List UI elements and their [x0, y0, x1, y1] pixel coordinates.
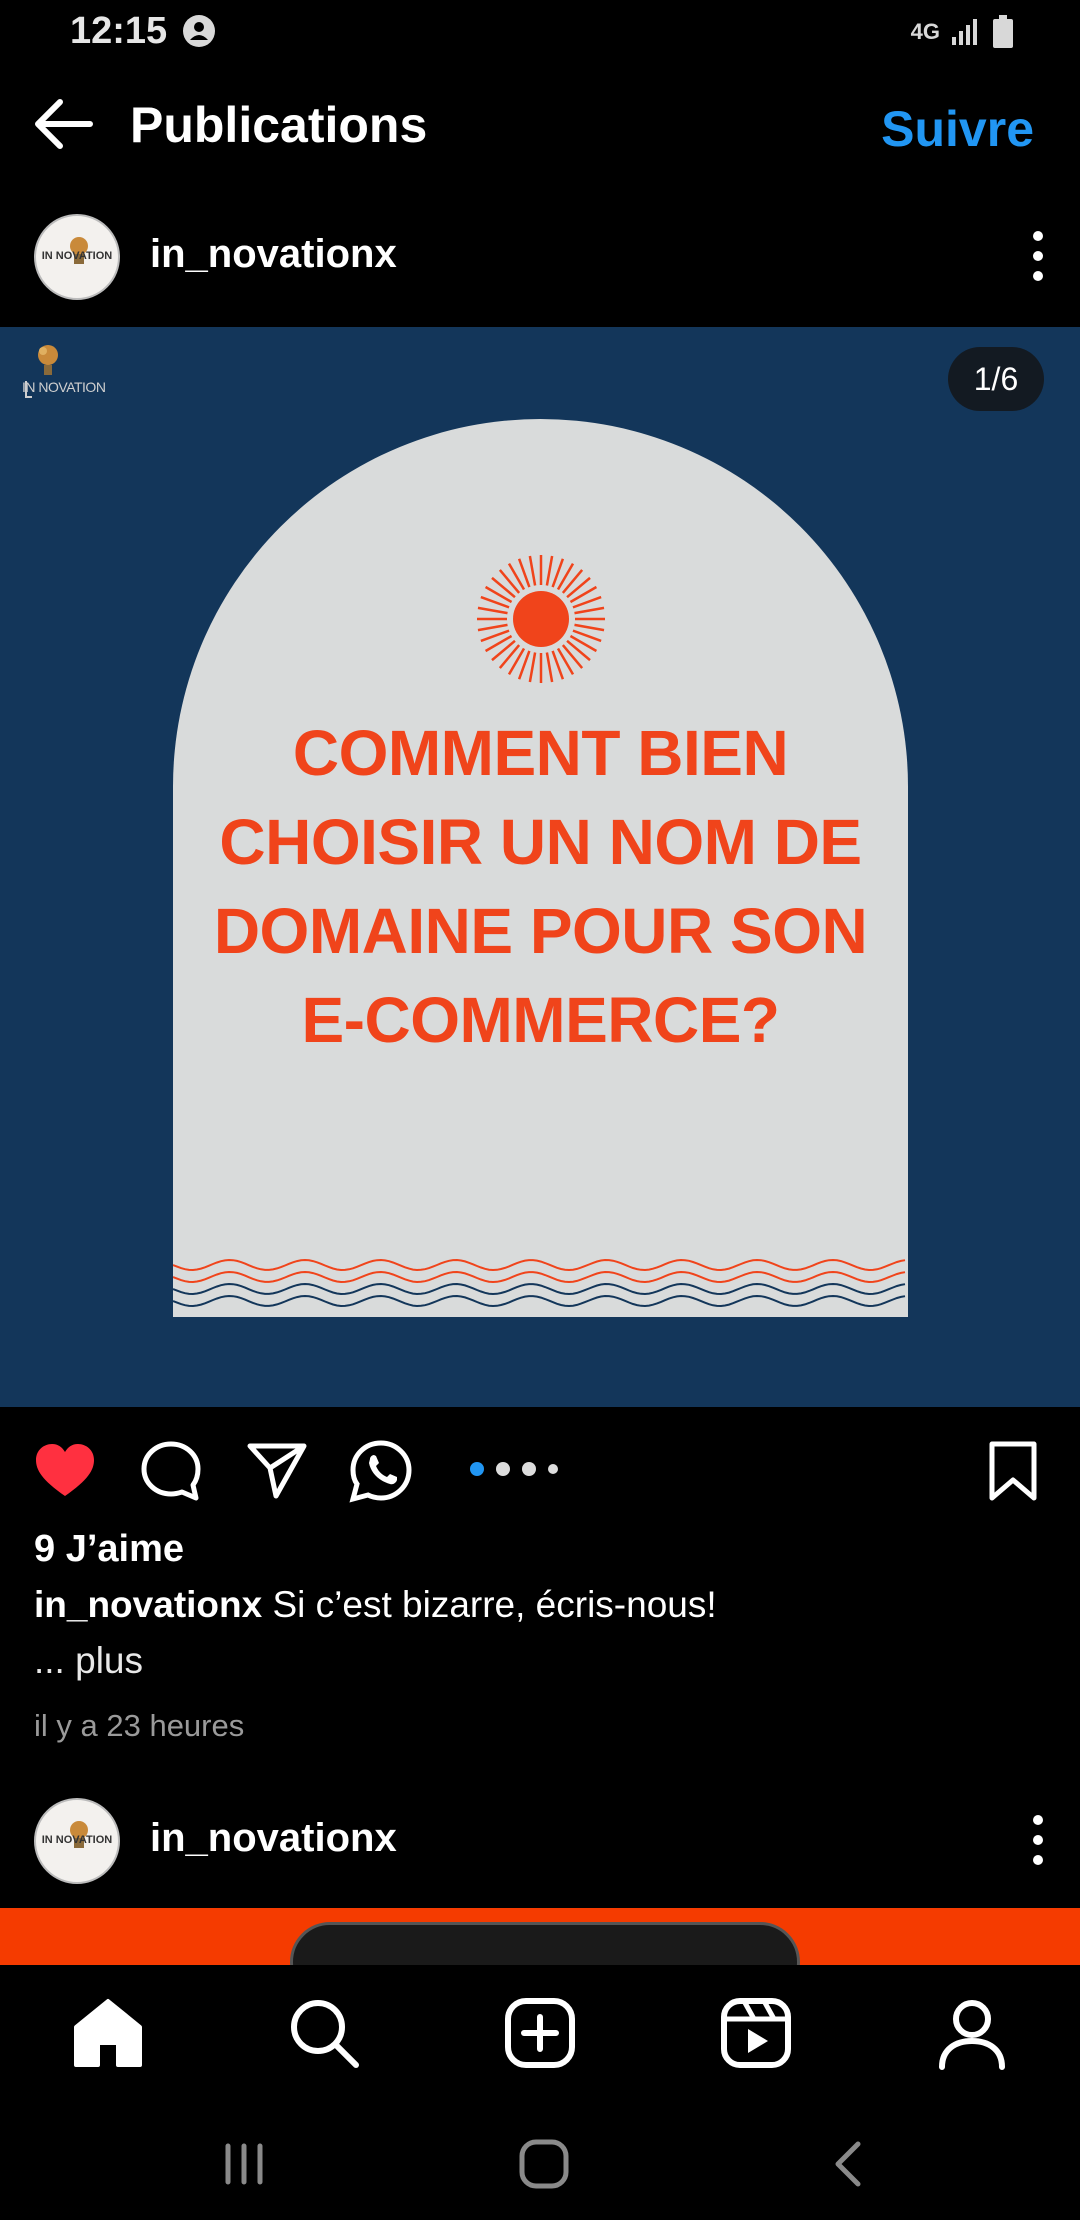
- headline-line: CHOISIR UN NOM DE: [219, 806, 862, 878]
- status-indicators: 4G: [911, 14, 1014, 50]
- page-title: Publications: [130, 97, 428, 153]
- post-actions: [0, 1430, 1080, 1510]
- post-header: IN NOVATION in_novationx: [0, 196, 1080, 316]
- create-icon[interactable]: [502, 1995, 578, 2071]
- username[interactable]: in_novationx: [150, 1816, 397, 1861]
- carousel-counter: 1/6: [948, 347, 1044, 411]
- more-options-icon[interactable]: [1020, 226, 1056, 286]
- wave-decoration: [173, 1258, 906, 1308]
- follow-button[interactable]: Suivre: [881, 100, 1034, 158]
- network-type: 4G: [910, 19, 940, 44]
- signal-icon: [952, 19, 977, 45]
- top-app-bar: Publications Suivre: [0, 66, 1080, 186]
- account-status-icon: [183, 15, 215, 47]
- post-image[interactable]: IN NOVATION 1/6 COMMENT BIEN CHOISIR UN …: [0, 327, 1080, 1407]
- home-button-icon[interactable]: [516, 2136, 572, 2192]
- heart-filled-icon[interactable]: [32, 1438, 98, 1504]
- headline-card: COMMENT BIEN CHOISIR UN NOM DE DOMAINE P…: [173, 419, 908, 1317]
- battery-icon: [993, 15, 1013, 48]
- back-button-icon[interactable]: [820, 2136, 876, 2192]
- brand-watermark-text: IN NOVATION: [22, 379, 106, 395]
- more-options-icon[interactable]: [1020, 1810, 1056, 1870]
- next-post-graphic: [290, 1922, 800, 1965]
- post-timestamp: il y a 23 heures: [34, 1708, 245, 1743]
- sun-icon: [477, 555, 605, 683]
- caption-text: Si c’est bizarre, écris-nous!: [272, 1584, 717, 1625]
- status-time: 12:15: [70, 10, 168, 52]
- home-icon[interactable]: [70, 1995, 146, 2071]
- caption-username[interactable]: in_novationx: [34, 1584, 262, 1625]
- avatar-brand-text: IN NOVATION: [41, 250, 113, 262]
- headline-line: COMMENT BIEN: [292, 717, 789, 789]
- avatar[interactable]: IN NOVATION: [34, 214, 120, 300]
- carousel-dot: [522, 1462, 536, 1476]
- carousel-dot: [496, 1462, 510, 1476]
- likes-count[interactable]: 9 J’aime: [34, 1528, 184, 1571]
- status-bar: 12:15 4G: [0, 0, 1080, 66]
- username[interactable]: in_novationx: [150, 232, 397, 277]
- caption: in_novationx Si c’est bizarre, écris-nou…: [34, 1584, 717, 1626]
- carousel-dot-active: [470, 1462, 484, 1476]
- headline: COMMENT BIEN CHOISIR UN NOM DE DOMAINE P…: [173, 709, 908, 1065]
- send-icon[interactable]: [244, 1438, 310, 1504]
- post-header: IN NOVATION in_novationx: [0, 1780, 1080, 1900]
- reels-icon[interactable]: [718, 1995, 794, 2071]
- next-post-image[interactable]: [0, 1908, 1080, 1965]
- recent-apps-icon[interactable]: [216, 2136, 272, 2192]
- carousel-dot: [548, 1464, 558, 1474]
- more-link[interactable]: ... plus: [34, 1640, 143, 1682]
- system-navigation-bar: [0, 2100, 1080, 2220]
- avatar[interactable]: IN NOVATION: [34, 1798, 120, 1884]
- bookmark-icon[interactable]: [980, 1438, 1046, 1504]
- search-icon[interactable]: [286, 1995, 362, 2071]
- whatsapp-icon[interactable]: [348, 1438, 414, 1504]
- headline-line: E-COMMERCE?: [301, 984, 780, 1056]
- comment-icon[interactable]: [138, 1438, 204, 1504]
- profile-icon[interactable]: [934, 1995, 1010, 2071]
- back-arrow-icon[interactable]: [30, 94, 96, 154]
- carousel-indicator: [470, 1462, 558, 1476]
- bottom-navigation: [0, 1965, 1080, 2100]
- headline-line: DOMAINE POUR SON: [213, 895, 868, 967]
- avatar-brand-text: IN NOVATION: [41, 1834, 113, 1846]
